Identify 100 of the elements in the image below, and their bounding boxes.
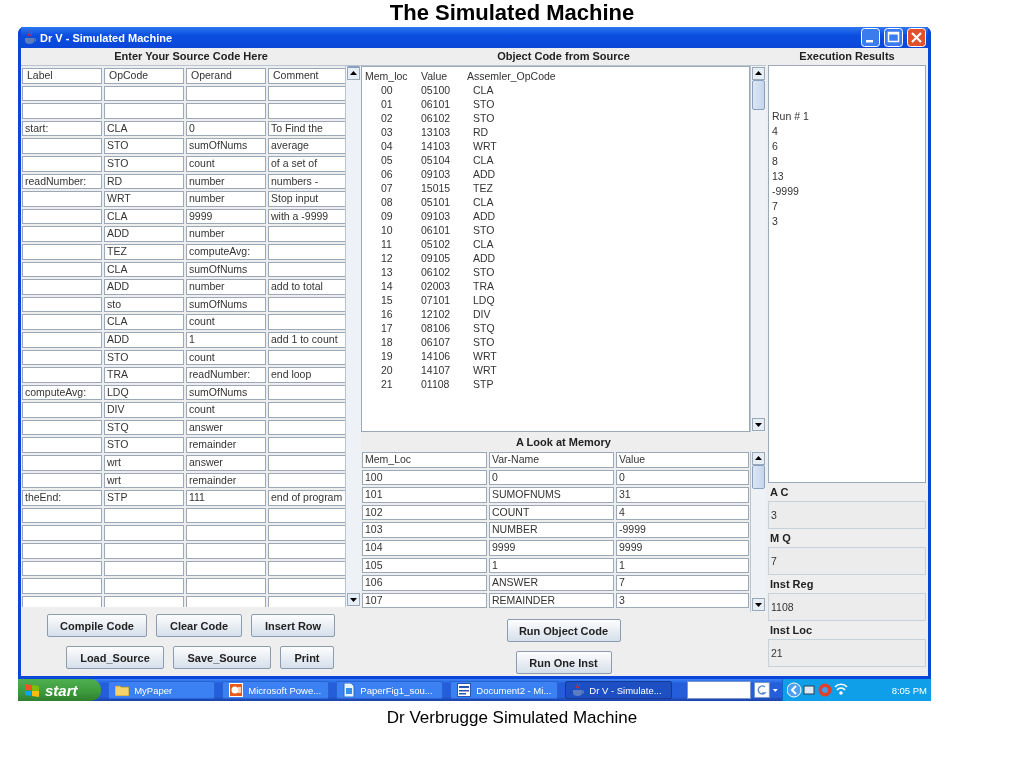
empty-cell[interactable] bbox=[268, 384, 345, 401]
empty-cell[interactable] bbox=[22, 349, 102, 366]
table-cell[interactable]: answer bbox=[186, 455, 266, 471]
table-cell[interactable]: sumOfNums bbox=[186, 296, 266, 313]
table-cell[interactable]: CLA bbox=[104, 261, 184, 278]
table-cell[interactable]: computeAvg: bbox=[22, 384, 102, 401]
empty-cell[interactable] bbox=[22, 296, 102, 313]
table-cell[interactable]: count bbox=[186, 314, 266, 330]
table-cell[interactable]: sto bbox=[104, 296, 184, 313]
table-cell[interactable]: with a -9999 bbox=[268, 208, 345, 225]
empty-cell[interactable] bbox=[268, 226, 345, 242]
empty-cell[interactable] bbox=[104, 560, 184, 577]
table-cell[interactable]: STO bbox=[104, 349, 184, 366]
table-cell[interactable]: ADD bbox=[104, 279, 184, 295]
table-cell[interactable]: number bbox=[186, 173, 266, 190]
empty-cell[interactable] bbox=[268, 455, 345, 471]
taskbar-button[interactable]: Document2 - Mi... bbox=[450, 681, 559, 699]
empty-cell[interactable] bbox=[22, 261, 102, 278]
table-cell[interactable]: WRT bbox=[104, 191, 184, 207]
action-button[interactable]: Save_Source bbox=[173, 646, 271, 669]
table-cell[interactable]: sumOfNums bbox=[186, 138, 266, 154]
empty-cell[interactable] bbox=[268, 578, 345, 594]
empty-cell[interactable] bbox=[186, 595, 266, 607]
empty-cell[interactable] bbox=[22, 103, 102, 119]
scroll-down-icon[interactable] bbox=[347, 593, 360, 606]
taskbar-button[interactable]: Microsoft Powe... bbox=[222, 681, 330, 699]
table-cell[interactable]: add 1 to count bbox=[268, 331, 345, 348]
action-button[interactable]: Print bbox=[280, 646, 334, 669]
action-button[interactable]: Load_Source bbox=[66, 646, 164, 669]
empty-cell[interactable] bbox=[186, 560, 266, 577]
empty-cell[interactable] bbox=[22, 437, 102, 454]
empty-cell[interactable] bbox=[22, 331, 102, 348]
empty-cell[interactable] bbox=[268, 314, 345, 330]
empty-cell[interactable] bbox=[268, 472, 345, 489]
table-cell[interactable]: remainder bbox=[186, 437, 266, 454]
taskbar-button[interactable]: PaperFig1_sou... bbox=[336, 681, 444, 699]
table-cell[interactable]: 0 bbox=[186, 120, 266, 137]
empty-cell[interactable] bbox=[268, 103, 345, 119]
empty-cell[interactable] bbox=[268, 525, 345, 542]
empty-cell[interactable] bbox=[268, 261, 345, 278]
empty-cell[interactable] bbox=[22, 560, 102, 577]
table-cell[interactable]: LDQ bbox=[104, 384, 184, 401]
action-button[interactable]: Run Object Code bbox=[506, 619, 621, 642]
table-cell[interactable]: computeAvg: bbox=[186, 243, 266, 260]
empty-cell[interactable] bbox=[186, 543, 266, 559]
table-cell[interactable]: STO bbox=[104, 155, 184, 172]
empty-cell[interactable] bbox=[268, 595, 345, 607]
action-button[interactable]: Clear Code bbox=[156, 614, 242, 637]
table-cell[interactable]: average bbox=[268, 138, 345, 154]
empty-cell[interactable] bbox=[22, 507, 102, 524]
scroll-down-icon[interactable] bbox=[752, 598, 765, 611]
table-cell[interactable]: count bbox=[186, 155, 266, 172]
empty-cell[interactable] bbox=[104, 525, 184, 542]
table-cell[interactable]: number bbox=[186, 191, 266, 207]
start-button[interactable]: start bbox=[18, 679, 102, 701]
table-cell[interactable]: numbers - bbox=[268, 173, 345, 190]
scrollbar-thumb[interactable] bbox=[752, 465, 765, 489]
empty-cell[interactable] bbox=[22, 402, 102, 418]
empty-cell[interactable] bbox=[186, 525, 266, 542]
empty-cell[interactable] bbox=[268, 402, 345, 418]
table-cell[interactable]: answer bbox=[186, 419, 266, 436]
taskbar-button[interactable]: MyPaper bbox=[108, 681, 216, 699]
empty-cell[interactable] bbox=[22, 367, 102, 383]
scrollbar[interactable] bbox=[750, 451, 766, 612]
table-cell[interactable]: theEnd: bbox=[22, 490, 102, 506]
scroll-down-icon[interactable] bbox=[752, 418, 765, 431]
empty-cell[interactable] bbox=[22, 155, 102, 172]
action-button[interactable]: Run One Inst bbox=[515, 651, 612, 674]
empty-cell[interactable] bbox=[22, 472, 102, 489]
table-cell[interactable]: STO bbox=[104, 138, 184, 154]
table-cell[interactable]: remainder bbox=[186, 472, 266, 489]
table-cell[interactable]: STP bbox=[104, 490, 184, 506]
table-cell[interactable]: Stop input bbox=[268, 191, 345, 207]
empty-cell[interactable] bbox=[268, 419, 345, 436]
table-cell[interactable]: STQ bbox=[104, 419, 184, 436]
empty-cell[interactable] bbox=[22, 595, 102, 607]
table-cell[interactable]: CLA bbox=[104, 208, 184, 225]
table-cell[interactable]: sumOfNums bbox=[186, 384, 266, 401]
scrollbar[interactable] bbox=[345, 66, 361, 607]
empty-cell[interactable] bbox=[22, 138, 102, 154]
table-cell[interactable]: number bbox=[186, 226, 266, 242]
table-cell[interactable]: To Find the bbox=[268, 120, 345, 137]
action-button[interactable]: Compile Code bbox=[47, 614, 147, 637]
empty-cell[interactable] bbox=[268, 543, 345, 559]
close-button[interactable] bbox=[907, 28, 926, 47]
table-cell[interactable]: number bbox=[186, 279, 266, 295]
scrollbar[interactable] bbox=[750, 66, 766, 432]
table-cell[interactable]: 111 bbox=[186, 490, 266, 506]
table-cell[interactable]: ADD bbox=[104, 226, 184, 242]
empty-cell[interactable] bbox=[22, 243, 102, 260]
empty-cell[interactable] bbox=[186, 85, 266, 102]
table-cell[interactable]: wrt bbox=[104, 455, 184, 471]
maximize-button[interactable] bbox=[884, 28, 903, 47]
table-cell[interactable]: readNumber: bbox=[22, 173, 102, 190]
table-cell[interactable]: count bbox=[186, 402, 266, 418]
table-cell[interactable]: TRA bbox=[104, 367, 184, 383]
tray-icons-drawing[interactable] bbox=[787, 682, 850, 698]
minimize-button[interactable] bbox=[861, 28, 880, 47]
search-engine-icon[interactable] bbox=[753, 682, 780, 698]
table-cell[interactable]: of a set of bbox=[268, 155, 345, 172]
